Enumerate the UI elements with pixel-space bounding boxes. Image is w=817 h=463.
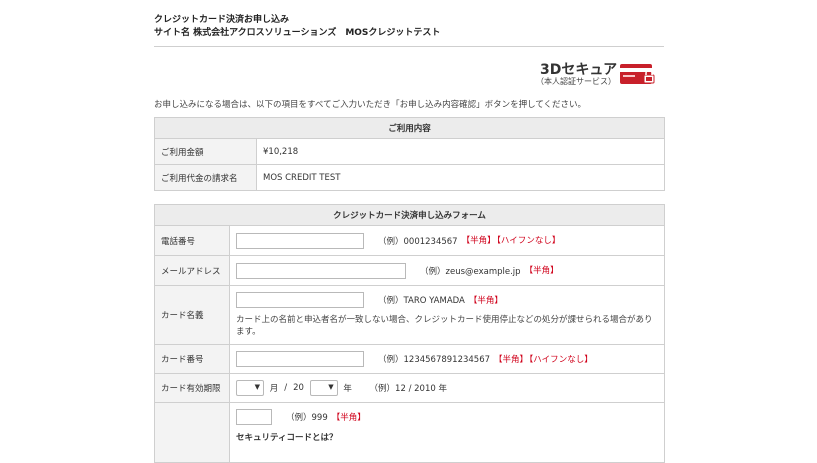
cvv-example: （例）999 bbox=[286, 413, 328, 423]
cvv-row: （例）999 【半角】 セキュリティコードとは？ bbox=[154, 402, 665, 463]
page-header: クレジットカード決済お申し込み サイト名 株式会社アクロスソリューションズ MO… bbox=[154, 14, 664, 40]
card-number-example: （例）1234567891234567 bbox=[378, 355, 491, 365]
expiry-label: カード有効期限 bbox=[154, 373, 230, 403]
expiry-year-select[interactable]: ▼ bbox=[309, 380, 338, 396]
card-form-table: クレジットカード決済申し込みフォーム 電話番号 （例）0001234567 【半角… bbox=[154, 204, 665, 463]
card-name-input[interactable] bbox=[236, 292, 364, 308]
expiry-slash: / bbox=[284, 383, 288, 393]
card-number-input[interactable] bbox=[236, 351, 364, 367]
phone-label: 電話番号 bbox=[154, 225, 230, 256]
billing-name-label: ご利用代金の請求名 bbox=[154, 164, 257, 191]
phone-input[interactable] bbox=[236, 232, 364, 249]
credit-card-lock-icon bbox=[620, 64, 655, 84]
email-tag-halfwidth: 【半角】 bbox=[524, 266, 559, 276]
usage-heading: ご利用内容 bbox=[154, 117, 665, 139]
3d-secure-subtitle: （本人認証サービス） bbox=[536, 77, 616, 86]
phone-row: 電話番号 （例）0001234567 【半角】【ハイフンなし】 bbox=[154, 225, 665, 256]
email-label: メールアドレス bbox=[154, 255, 230, 286]
card-name-example: （例）TARO YAMADA bbox=[378, 296, 465, 306]
cvv-tag-halfwidth: 【半角】 bbox=[331, 412, 366, 423]
intro-text: お申し込みになる場合は、以下の項目をすべてご入力いただき「お申し込み内容確認」ボ… bbox=[154, 100, 587, 110]
email-row: メールアドレス （例）zeus@example.jp 【半角】 bbox=[154, 255, 665, 286]
usage-table: ご利用内容 ご利用金額 ¥10,218 ご利用代金の請求名 MOS CREDIT… bbox=[154, 117, 665, 191]
cvv-label bbox=[154, 402, 230, 463]
chevron-down-icon: ▼ bbox=[254, 383, 260, 391]
card-number-tag-halfwidth: 【半角】 bbox=[494, 354, 529, 365]
table-row: ご利用金額 ¥10,218 bbox=[154, 138, 665, 165]
card-name-label: カード名義 bbox=[154, 285, 230, 345]
table-row: ご利用代金の請求名 MOS CREDIT TEST bbox=[154, 164, 665, 191]
phone-tag-nohyphen: 【ハイフンなし】 bbox=[496, 236, 561, 246]
email-example: （例）zeus@example.jp bbox=[420, 266, 521, 277]
expiry-month-select[interactable]: ▼ bbox=[236, 380, 264, 396]
expiry-example: （例）12 / 2010 年 bbox=[369, 384, 447, 394]
month-unit: 月 bbox=[269, 384, 279, 394]
email-input[interactable] bbox=[236, 262, 406, 279]
site-name: サイト名 株式会社アクロスソリューションズ MOSクレジットテスト bbox=[154, 28, 441, 38]
chevron-down-icon: ▼ bbox=[328, 383, 334, 391]
cvv-help-link[interactable]: セキュリティコードとは？ bbox=[236, 431, 664, 443]
card-number-row: カード番号 （例）1234567891234567 【半角】【ハイフンなし】 bbox=[154, 344, 665, 374]
card-name-note: カード上の名前と申込者名が一致しない場合、クレジットカード使用停止などの処分が課… bbox=[236, 315, 653, 337]
cvv-input[interactable] bbox=[236, 409, 272, 425]
card-name-row: カード名義 （例）TARO YAMADA 【半角】 カード上の名前と申込者名が一致… bbox=[154, 285, 665, 345]
phone-example: （例）0001234567 bbox=[378, 236, 458, 247]
billing-name-value: MOS CREDIT TEST bbox=[256, 164, 665, 191]
page-title: クレジットカード決済お申し込み bbox=[154, 15, 290, 25]
card-number-tag-nohyphen: 【ハイフンなし】 bbox=[529, 354, 593, 365]
amount-value: ¥10,218 bbox=[256, 138, 665, 165]
year-prefix: 20 bbox=[293, 383, 304, 393]
card-number-label: カード番号 bbox=[154, 344, 230, 374]
year-unit: 年 bbox=[343, 384, 352, 394]
phone-tag-halfwidth: 【半角】 bbox=[461, 236, 496, 246]
form-heading: クレジットカード決済申し込みフォーム bbox=[154, 204, 665, 226]
expiry-row: カード有効期限 ▼ 月 / 20 ▼ 年 （例）12 / 2010 年 bbox=[154, 373, 665, 403]
card-name-tag-halfwidth: 【半角】 bbox=[468, 295, 503, 306]
amount-label: ご利用金額 bbox=[154, 138, 257, 165]
3d-secure-badge: 3Dセキュア （本人認証サービス） bbox=[536, 59, 664, 87]
header-divider bbox=[154, 46, 664, 47]
